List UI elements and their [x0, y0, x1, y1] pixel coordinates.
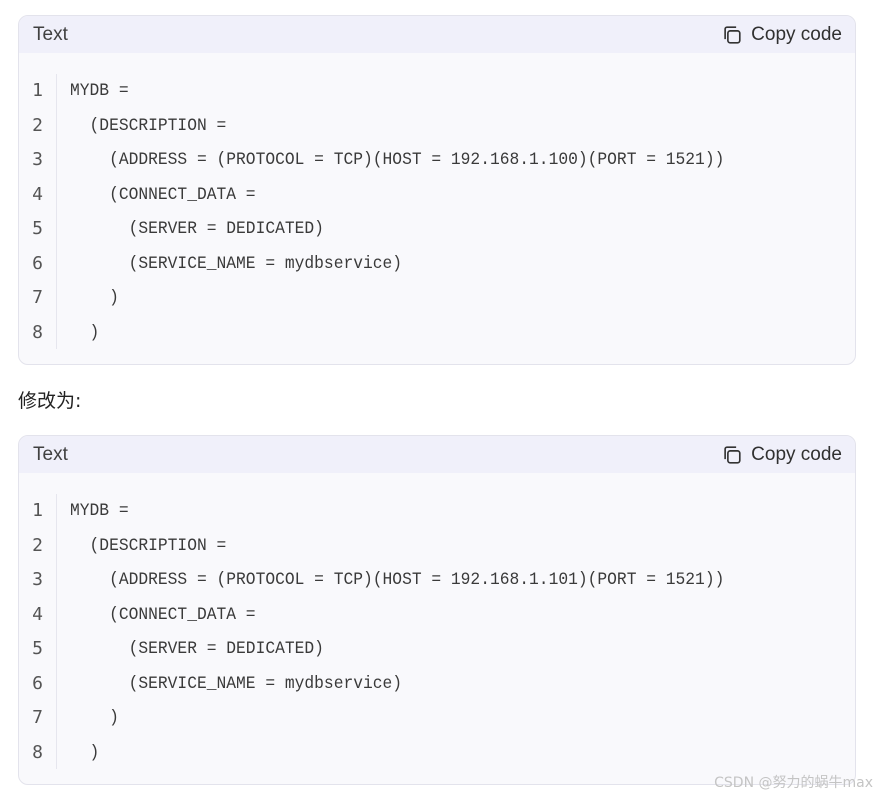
line-number: 8	[32, 321, 43, 343]
code-line: )	[70, 288, 119, 308]
line-number: 2	[32, 114, 43, 136]
code-block-modified: Text Copy code 1 2 3 4 5 6 7 8 MYDB = (D…	[18, 435, 856, 785]
code-language-label: Text	[33, 23, 68, 45]
code-header: Text Copy code	[19, 16, 855, 53]
code-line: (CONNECT_DATA =	[70, 604, 256, 625]
line-number: 7	[32, 707, 43, 728]
modify-to-text: 修改为:	[18, 390, 82, 412]
copy-icon	[721, 444, 743, 466]
copy-icon	[721, 24, 743, 46]
code-body: 1 2 3 4 5 6 7 8 MYDB = (DESCRIPTION = (A…	[19, 53, 855, 350]
copy-code-button[interactable]: Copy code	[721, 444, 842, 466]
code-lines: MYDB = (DESCRIPTION = (ADDRESS = (PROTOC…	[57, 494, 774, 770]
line-number: 3	[32, 149, 43, 170]
line-number-gutter: 1 2 3 4 5 6 7 8	[19, 494, 57, 769]
line-number: 5	[32, 218, 43, 239]
copy-code-label: Copy code	[751, 23, 842, 45]
code-line: )	[70, 322, 100, 343]
csdn-watermark: CSDN @努力的蜗牛max	[714, 775, 873, 791]
code-line: (SERVICE_NAME = mydbservice)	[70, 253, 403, 274]
line-number: 5	[32, 638, 43, 659]
code-line: (DESCRIPTION =	[70, 535, 227, 556]
code-line: (SERVER = DEDICATED)	[70, 219, 324, 239]
line-number: 4	[32, 603, 43, 625]
code-header: Text Copy code	[19, 436, 855, 473]
code-line: MYDB =	[70, 81, 129, 101]
line-number: 4	[32, 183, 43, 205]
code-language-label: Text	[33, 443, 68, 465]
line-number: 6	[32, 672, 43, 694]
code-line: (DESCRIPTION =	[70, 115, 227, 136]
line-number: 6	[32, 252, 43, 274]
line-number: 8	[32, 741, 43, 763]
line-number: 3	[32, 569, 43, 590]
code-block-original: Text Copy code 1 2 3 4 5 6 7 8 MYDB = (D…	[18, 15, 856, 365]
code-line: MYDB =	[70, 501, 129, 521]
code-line: )	[70, 742, 100, 763]
line-number: 7	[32, 287, 43, 308]
line-number-gutter: 1 2 3 4 5 6 7 8	[19, 74, 57, 349]
line-number: 1	[32, 500, 43, 521]
copy-code-label: Copy code	[751, 443, 842, 465]
copy-code-button[interactable]: Copy code	[721, 24, 842, 46]
code-line: (ADDRESS = (PROTOCOL = TCP)(HOST = 192.1…	[70, 570, 725, 590]
code-line: (SERVER = DEDICATED)	[70, 639, 324, 659]
code-lines: MYDB = (DESCRIPTION = (ADDRESS = (PROTOC…	[57, 74, 774, 350]
code-line: )	[70, 708, 119, 728]
code-line: (SERVICE_NAME = mydbservice)	[70, 673, 403, 694]
line-number: 1	[32, 80, 43, 101]
line-number: 2	[32, 534, 43, 556]
code-line: (ADDRESS = (PROTOCOL = TCP)(HOST = 192.1…	[70, 150, 725, 170]
code-body: 1 2 3 4 5 6 7 8 MYDB = (DESCRIPTION = (A…	[19, 473, 855, 770]
code-line: (CONNECT_DATA =	[70, 184, 256, 205]
